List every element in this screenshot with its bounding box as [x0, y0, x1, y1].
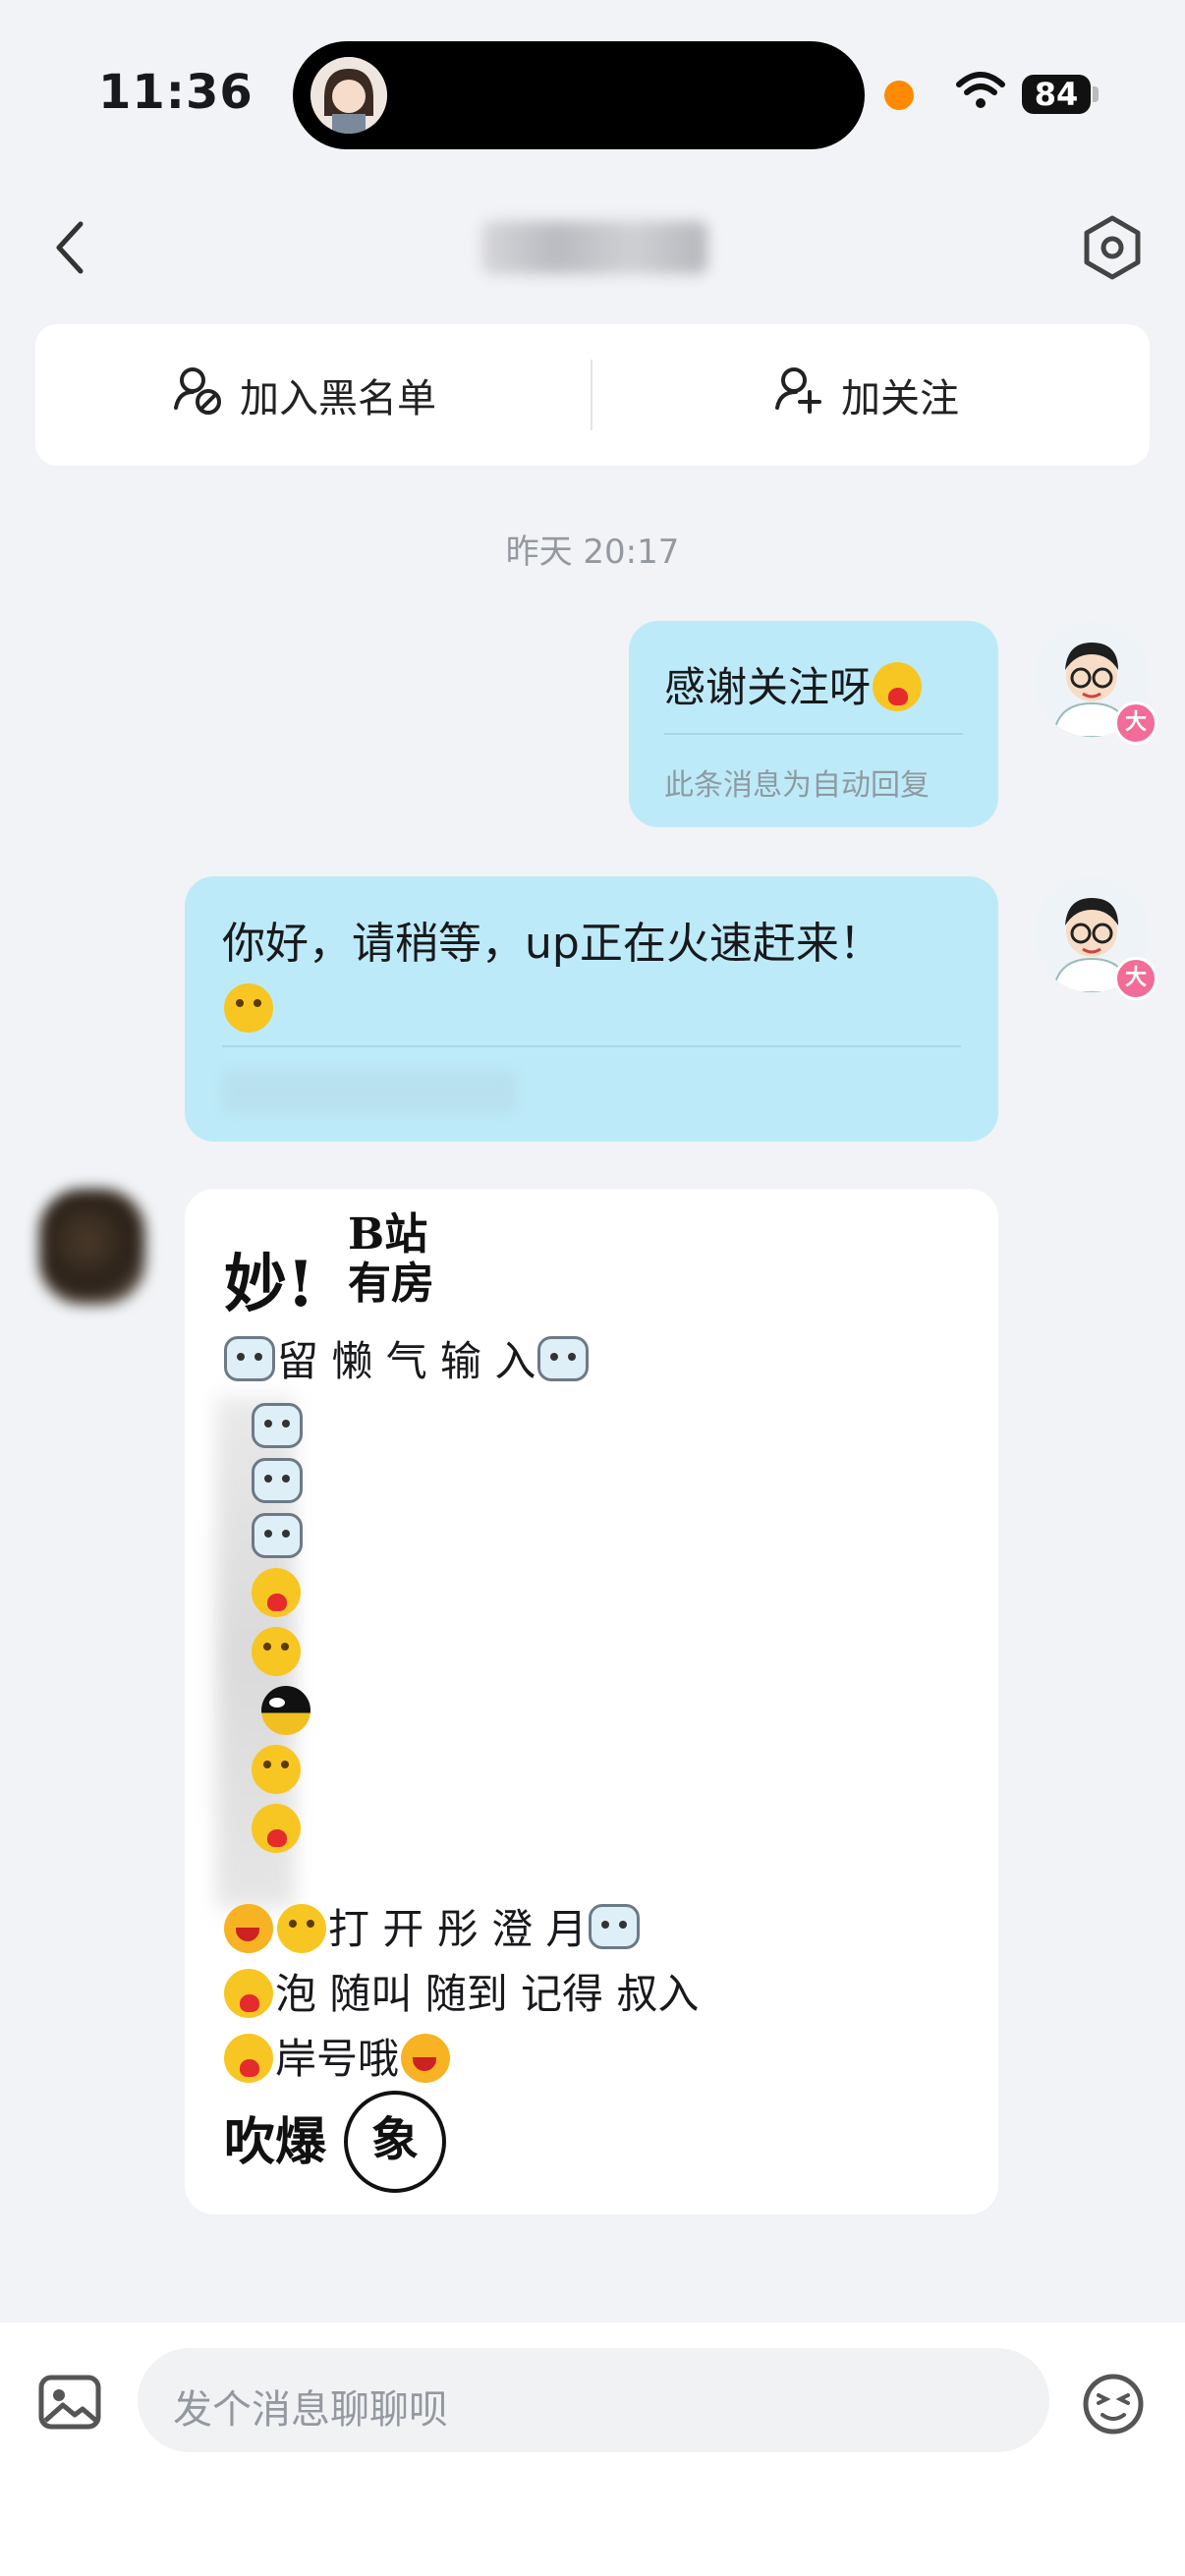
- tv-emoji-icon: [537, 1336, 590, 1381]
- sticker-text-2: 有房: [348, 1259, 434, 1309]
- shy-emoji-icon: [224, 983, 273, 1033]
- message-line-4: 岸号哦: [222, 2030, 452, 2089]
- status-time: 11:36: [98, 65, 254, 120]
- battery-nub: [1093, 86, 1099, 102]
- sticker-text-1: B站: [348, 1209, 428, 1260]
- recording-dot-icon: [884, 81, 914, 110]
- sticker-miao: 妙!: [224, 1248, 315, 1321]
- tv-emoji-icon: [224, 1336, 275, 1381]
- sticker-chui-bao: 吹爆: [224, 2112, 327, 2172]
- page-title-blurred: [481, 221, 707, 274]
- sticker-xiang: 象: [344, 2091, 446, 2193]
- image-icon[interactable]: [37, 2374, 102, 2431]
- message-divider: [222, 1045, 961, 1047]
- user-block-icon: [173, 364, 222, 425]
- blacklist-label: 加入黑名单: [240, 376, 436, 421]
- angry-emoji-icon: [224, 1904, 273, 1953]
- blurred-note: [222, 1071, 517, 1112]
- chat-timestamp: 昨天 20:17: [505, 532, 680, 572]
- island-avatar: [310, 57, 387, 134]
- hug-emoji-icon: [224, 2034, 273, 2083]
- shy-emoji-icon: [252, 1627, 301, 1676]
- hug-emoji-icon: [252, 1568, 301, 1617]
- hug-emoji-icon: [252, 1804, 301, 1853]
- tv-emoji-icon: [252, 1458, 303, 1503]
- message-line-1: 留 懒 气 输 入: [222, 1332, 591, 1391]
- action-card: 加入黑名单 加关注: [35, 324, 1150, 466]
- tv-emoji-icon: [252, 1513, 303, 1558]
- message-bubble-other[interactable]: 妙! B站 有房 留 懒 气 输 入 打 开 彤 澄 月 泡 随叫 随到 记得 …: [185, 1189, 998, 2214]
- action-divider: [591, 360, 592, 430]
- grin-emoji-icon: [252, 1745, 301, 1794]
- chevron-left-icon[interactable]: [47, 218, 96, 277]
- sticker-b-zhan: B站 有房: [348, 1210, 434, 1309]
- frown-emoji-icon: [277, 1904, 326, 1953]
- tv-emoji-icon: [589, 1904, 641, 1949]
- message-line-3: 泡 随叫 随到 记得 叔入: [222, 1965, 699, 2024]
- vip-badge: 大: [1114, 701, 1157, 745]
- angry-emoji-icon: [401, 2034, 451, 2083]
- other-avatar[interactable]: [39, 1189, 145, 1305]
- auto-reply-note: 此条消息为自动回复: [664, 768, 930, 803]
- message-line-2: 打 开 彤 澄 月: [222, 1900, 642, 1959]
- emoji-column: [250, 1403, 312, 1853]
- message-placeholder: 发个消息聊聊呗: [173, 2387, 448, 2433]
- settings-hexagon-icon[interactable]: [1081, 214, 1144, 281]
- vip-badge: 大: [1114, 957, 1157, 1000]
- message-input[interactable]: 发个消息聊聊呗: [138, 2348, 1049, 2452]
- add-to-blacklist-button[interactable]: 加入黑名单: [173, 324, 436, 466]
- message-text: 你好，请稍等，up正在火速赶来！: [222, 912, 969, 1041]
- follow-button[interactable]: 加关注: [774, 324, 959, 466]
- message-text: 感谢关注呀: [664, 654, 924, 714]
- message-divider: [664, 733, 963, 735]
- emoji-icon[interactable]: [1081, 2372, 1146, 2436]
- sunglasses-emoji-icon: [261, 1686, 310, 1735]
- message-bubble-self[interactable]: 你好，请稍等，up正在火速赶来！: [185, 876, 998, 1142]
- hug-emoji-icon: [873, 662, 923, 711]
- wifi-icon: [955, 71, 1006, 114]
- hug-emoji-icon: [224, 1969, 273, 2018]
- user-add-icon: [774, 364, 823, 425]
- follow-label: 加关注: [841, 376, 959, 421]
- tv-emoji-icon: [252, 1403, 303, 1448]
- message-bubble-self[interactable]: 感谢关注呀 此条消息为自动回复: [629, 621, 998, 827]
- battery-icon: 84: [1022, 75, 1091, 114]
- dynamic-island: [293, 41, 865, 149]
